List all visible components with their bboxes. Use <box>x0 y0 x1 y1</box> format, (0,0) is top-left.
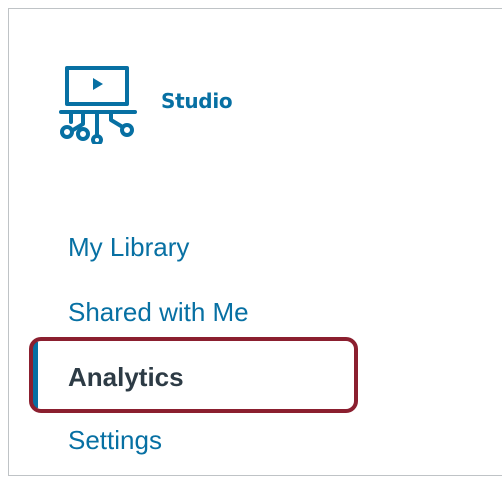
sidebar-nav: My Library Shared with Me Analytics Sett… <box>0 0 503 487</box>
nav-item-settings[interactable]: Settings <box>68 425 162 456</box>
nav-item-my-library[interactable]: My Library <box>68 232 189 263</box>
nav-item-shared-with-me[interactable]: Shared with Me <box>68 297 249 328</box>
highlight-annotation <box>29 337 358 413</box>
